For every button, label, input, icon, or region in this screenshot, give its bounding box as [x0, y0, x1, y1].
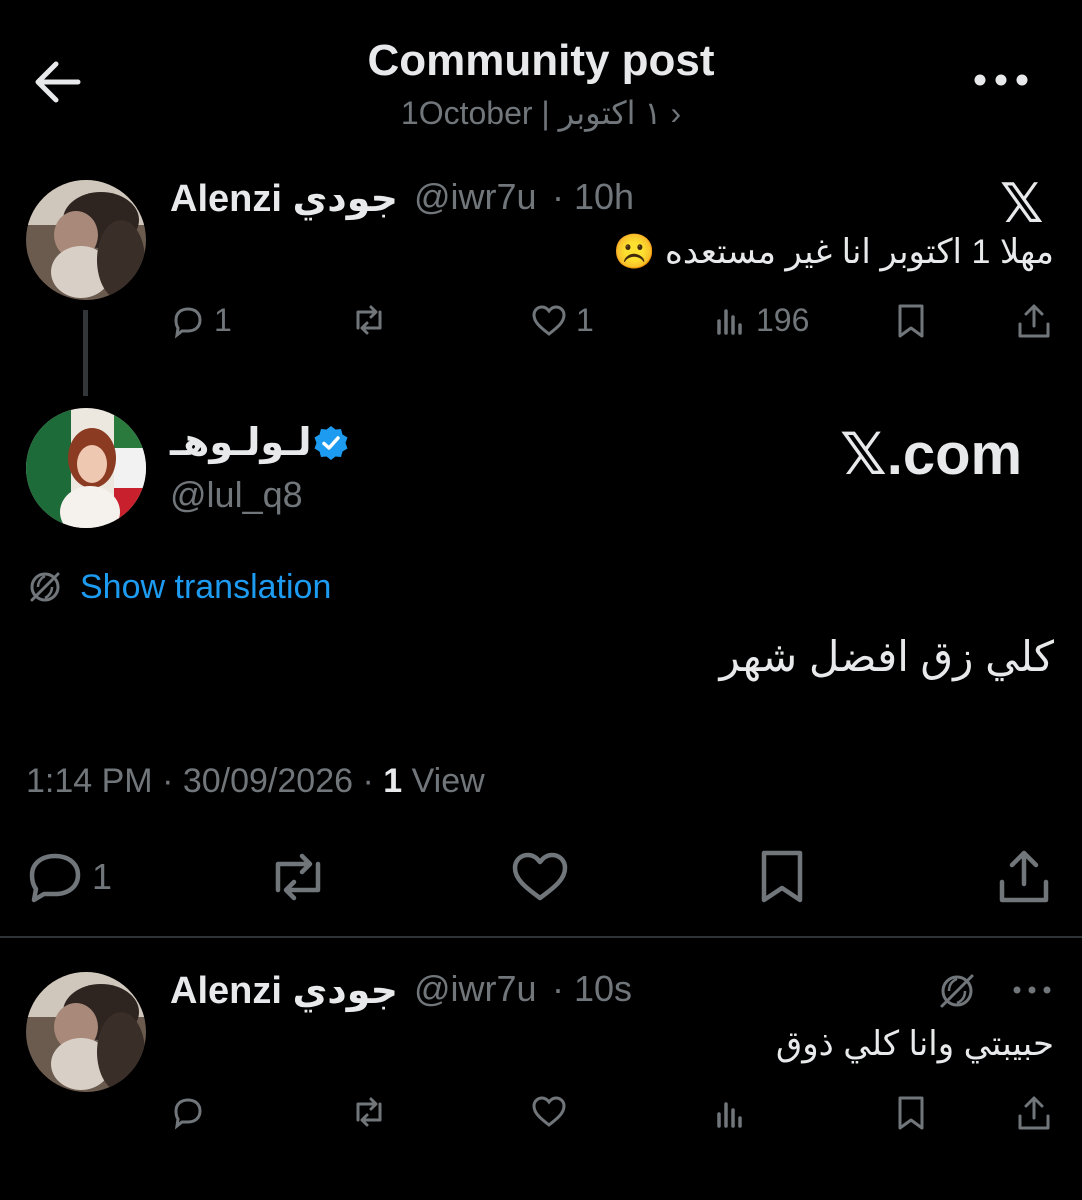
- page-title: Community post: [367, 36, 715, 85]
- views-button[interactable]: 196: [714, 302, 809, 339]
- tweet-text: حبيبتي وانا كلي ذوق: [775, 1025, 1054, 1063]
- bookmark-icon: [756, 848, 808, 906]
- reply-button[interactable]: [170, 1094, 206, 1130]
- author-name[interactable]: Alenzi جودي: [170, 968, 398, 1013]
- tweet-time[interactable]: · 10h: [552, 176, 634, 218]
- heart-icon: [510, 850, 570, 904]
- like-button[interactable]: [530, 1094, 568, 1130]
- reply-button[interactable]: 1: [170, 302, 232, 339]
- bookmark-icon: [894, 302, 928, 340]
- like-button[interactable]: 1: [530, 302, 594, 339]
- timestamp-date: · 30/09/2026 ·: [162, 762, 374, 800]
- verified-badge-icon: [312, 424, 350, 462]
- author-handle[interactable]: @iwr7u: [414, 176, 537, 218]
- view-count: 196: [756, 302, 810, 338]
- translate-globe-icon[interactable]: [936, 970, 978, 1012]
- like-count: 1: [576, 302, 594, 338]
- repost-icon: [266, 850, 330, 904]
- tweet-text: مهلا 1 اكتوبر انا غير مستعده ☹️: [613, 233, 1054, 271]
- heart-icon: [530, 303, 568, 339]
- repost-icon: [350, 1094, 388, 1130]
- timestamp-time: 1:14 PM: [26, 762, 153, 800]
- author-name[interactable]: لـولـوهـ: [170, 420, 312, 465]
- repost-button[interactable]: [350, 302, 388, 338]
- author-name[interactable]: Alenzi جودي: [170, 176, 398, 221]
- repost-icon: [350, 302, 388, 338]
- reply-count: 1: [214, 302, 232, 338]
- reply-icon: [170, 303, 206, 339]
- more-options-icon[interactable]: [1010, 980, 1054, 1000]
- analytics-icon: [714, 1096, 748, 1132]
- share-button[interactable]: [1016, 1094, 1052, 1132]
- share-icon: [1016, 302, 1052, 340]
- translate-globe-icon: [26, 568, 64, 606]
- views-button[interactable]: [714, 1096, 748, 1132]
- x-logo-icon: 𝕏: [1000, 174, 1044, 234]
- view-count: 1: [383, 762, 403, 800]
- tweet-time[interactable]: · 10s: [552, 968, 632, 1010]
- avatar[interactable]: [26, 408, 146, 528]
- author-handle[interactable]: @iwr7u: [414, 968, 537, 1010]
- heart-icon: [530, 1094, 568, 1130]
- tweet-text: كلي زق افضل شهر: [719, 633, 1054, 680]
- community-name[interactable]: 1October | ١ اكتوبر ›: [0, 94, 1082, 132]
- share-icon: [996, 848, 1052, 906]
- repost-button[interactable]: [350, 1094, 388, 1130]
- share-icon: [1016, 1094, 1052, 1132]
- reply-count: 1: [92, 856, 113, 897]
- like-button[interactable]: [510, 850, 570, 904]
- divider: [0, 936, 1082, 938]
- view-label: View: [411, 762, 485, 800]
- bookmark-button[interactable]: [894, 302, 928, 340]
- repost-button[interactable]: [266, 850, 330, 904]
- reply-button[interactable]: 1: [26, 850, 112, 904]
- reply-icon: [26, 850, 84, 904]
- bookmark-button[interactable]: [756, 848, 808, 906]
- reply-icon: [170, 1094, 206, 1130]
- author-handle[interactable]: @lul_q8: [170, 474, 303, 516]
- show-translation-link[interactable]: Show translation: [80, 568, 331, 607]
- avatar[interactable]: [26, 180, 146, 300]
- tweet-timestamp[interactable]: 1:14 PM · 30/09/2026 · 1 View: [26, 762, 485, 801]
- share-button[interactable]: [996, 848, 1052, 906]
- share-button[interactable]: [1016, 302, 1052, 340]
- more-options-icon[interactable]: [970, 60, 1032, 100]
- thread-connector: [83, 310, 88, 396]
- bookmark-button[interactable]: [894, 1094, 928, 1132]
- avatar[interactable]: [26, 972, 146, 1092]
- bookmark-icon: [894, 1094, 928, 1132]
- analytics-icon: [714, 303, 748, 339]
- xcom-watermark: 𝕏.com: [840, 422, 1023, 487]
